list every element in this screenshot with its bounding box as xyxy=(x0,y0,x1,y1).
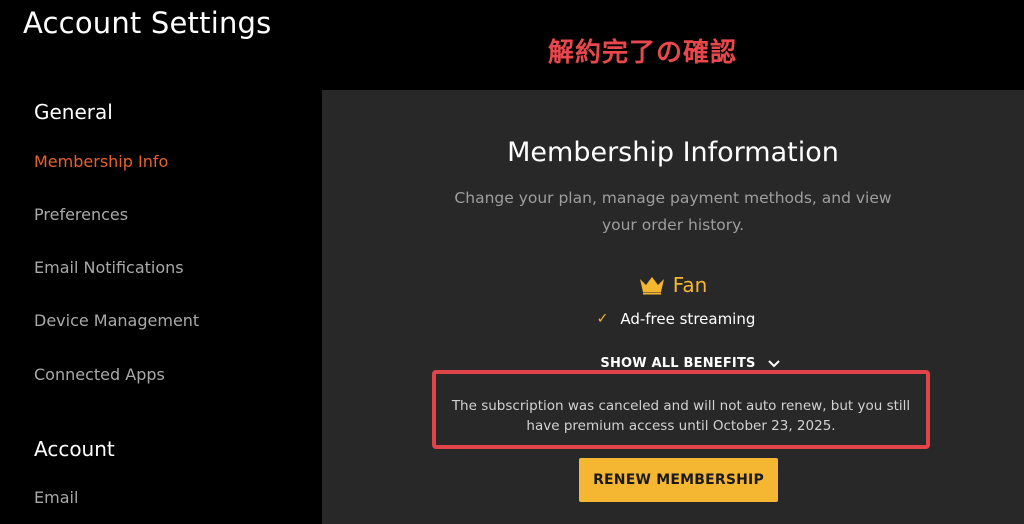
chevron-down-icon xyxy=(767,359,780,367)
cancellation-notice-text: The subscription was canceled and will n… xyxy=(451,398,911,434)
membership-title: Membership Information xyxy=(507,137,839,168)
sidebar-item-email-notifications[interactable]: Email Notifications xyxy=(34,258,184,277)
sidebar-item-device-management[interactable]: Device Management xyxy=(34,311,199,330)
sidebar: General Membership Info Preferences Emai… xyxy=(0,90,322,524)
membership-subtitle: Change your plan, manage payment methods… xyxy=(454,189,892,234)
sidebar-item-connected-apps[interactable]: Connected Apps xyxy=(34,365,165,384)
membership-panel: Membership Information Change your plan,… xyxy=(322,90,1024,524)
plan-row: Fan xyxy=(322,273,1024,297)
sidebar-item-email[interactable]: Email xyxy=(34,488,78,507)
benefit-text: Ad-free streaming xyxy=(620,310,756,328)
page-title: Account Settings xyxy=(23,6,272,40)
cancellation-notice: The subscription was canceled and will n… xyxy=(432,370,930,449)
show-all-benefits-label: SHOW ALL BENEFITS xyxy=(600,356,756,371)
sidebar-heading-account: Account xyxy=(34,437,115,461)
sidebar-heading-general: General xyxy=(34,100,113,124)
crown-icon xyxy=(639,277,664,295)
plan-name: Fan xyxy=(672,273,708,297)
annotation-caption: 解約完了の確認 xyxy=(548,38,738,68)
check-icon: ✓ xyxy=(596,311,609,327)
account-settings-page: Account Settings 解約完了の確認 General Members… xyxy=(0,0,1024,524)
sidebar-item-preferences[interactable]: Preferences xyxy=(34,205,128,224)
benefit-item: ✓ Ad-free streaming xyxy=(322,310,1024,328)
renew-membership-button[interactable]: RENEW MEMBERSHIP xyxy=(579,458,778,502)
sidebar-item-membership-info[interactable]: Membership Info xyxy=(34,152,168,171)
show-all-benefits-toggle[interactable]: SHOW ALL BENEFITS xyxy=(322,356,1024,371)
